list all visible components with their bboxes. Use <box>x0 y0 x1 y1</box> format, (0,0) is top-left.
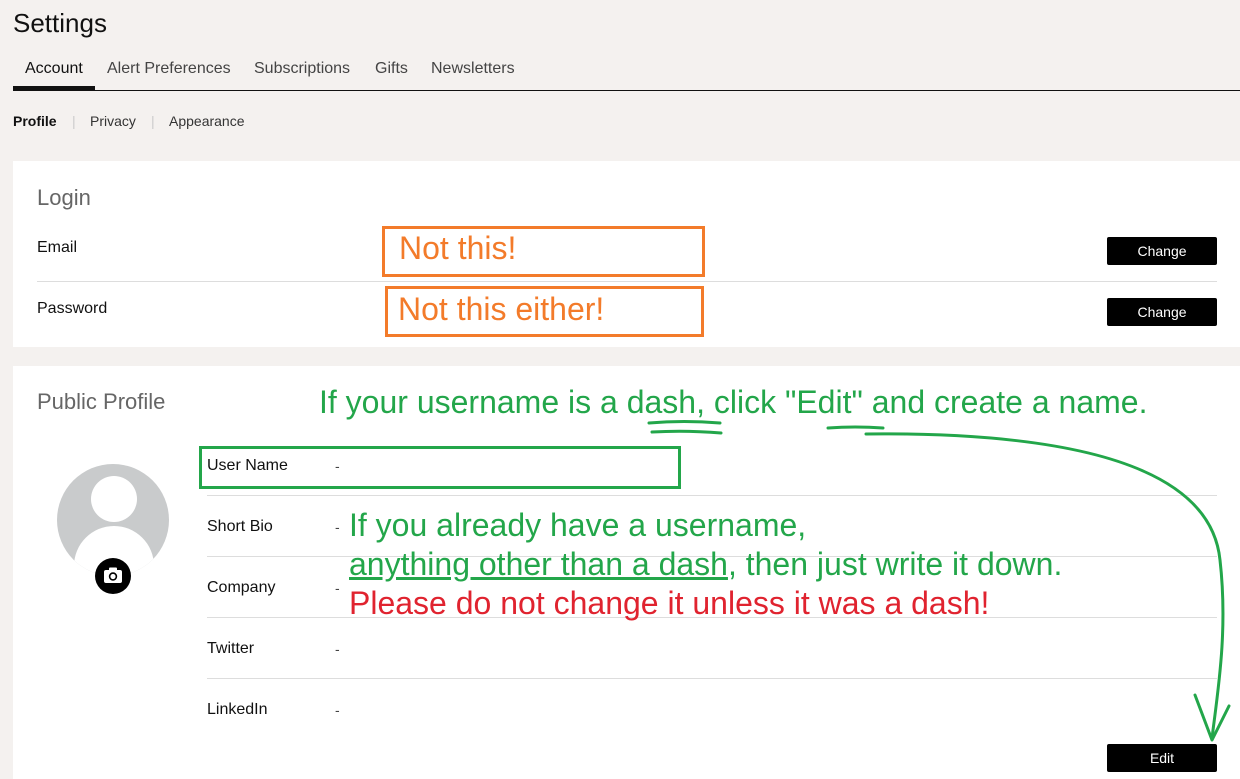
edit-underline <box>826 425 885 430</box>
annotation-arrow-overlay <box>647 420 1231 742</box>
curved-arrow-to-edit <box>864 432 1225 740</box>
dash-underline-1 <box>647 420 722 425</box>
dash-underline-2 <box>650 429 723 435</box>
